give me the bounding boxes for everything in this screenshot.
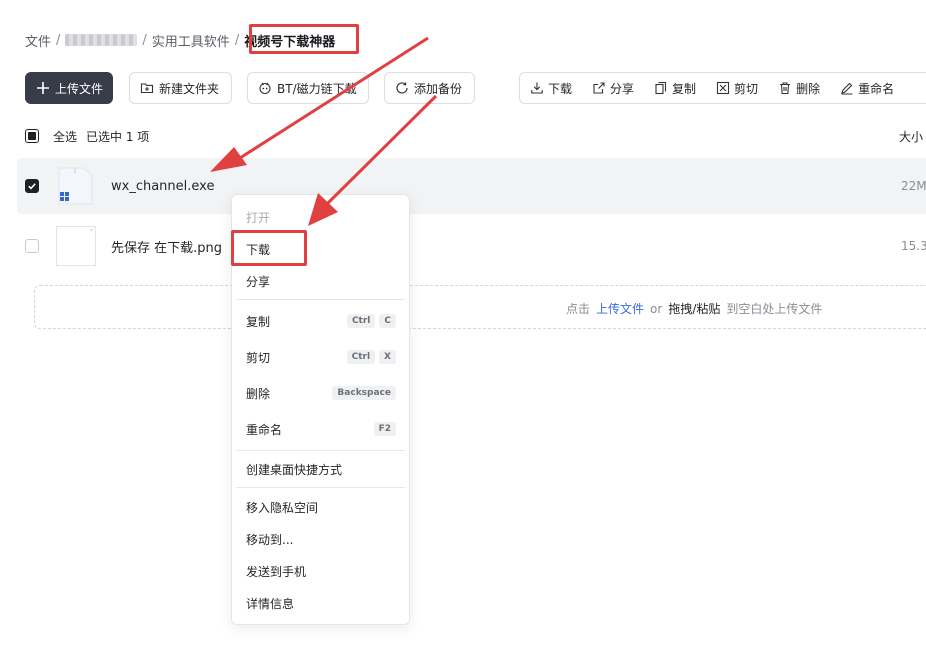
menu-item-private-space[interactable]: 移入隐私空间: [246, 498, 396, 516]
menu-item-cut[interactable]: 剪切 Ctrl X: [246, 348, 396, 366]
row-checkbox[interactable]: [25, 239, 39, 253]
rename-shortcut: F2: [373, 422, 396, 436]
menu-item-move-to-label: 移动到...: [246, 532, 294, 547]
selected-count: 已选中 1 项: [86, 129, 150, 144]
dropzone-suffix: 到空白处上传文件: [726, 302, 823, 316]
rename-action[interactable]: 重命名: [840, 80, 894, 97]
download-icon: [530, 81, 544, 95]
menu-item-copy[interactable]: 复制 Ctrl C: [246, 312, 396, 330]
menu-item-details[interactable]: 详情信息: [246, 594, 396, 612]
delete-action-label: 删除: [796, 81, 821, 96]
menu-item-private-space-label: 移入隐私空间: [246, 500, 319, 515]
dropzone-or: or: [650, 302, 663, 316]
bt-download-button[interactable]: BT/磁力链下载: [247, 72, 369, 104]
plus-icon: [36, 81, 50, 95]
file-name[interactable]: 先保存 在下载.png: [111, 237, 222, 256]
image-file-icon: [56, 226, 96, 266]
dropzone-drag-text: 拖拽/粘贴: [668, 302, 721, 316]
new-folder-label: 新建文件夹: [159, 81, 220, 96]
copy-shortcut: Ctrl C: [346, 314, 396, 328]
menu-item-rename-label: 重命名: [246, 422, 283, 437]
shortcut-key: Ctrl: [346, 350, 376, 364]
copy-action[interactable]: 复制: [654, 80, 696, 97]
cut-action[interactable]: 剪切: [716, 80, 758, 97]
delete-shortcut: Backspace: [332, 386, 396, 400]
menu-item-delete[interactable]: 删除 Backspace: [246, 384, 396, 402]
add-backup-label: 添加备份: [414, 81, 463, 96]
menu-item-share[interactable]: 分享: [246, 272, 396, 290]
upload-file-label: 上传文件: [55, 81, 104, 96]
download-action[interactable]: 下载: [530, 80, 572, 97]
breadcrumb-redacted[interactable]: [65, 34, 138, 46]
menu-item-cut-label: 剪切: [246, 350, 271, 365]
dropzone-hint: 点击 上传文件 or 拖拽/粘贴 到空白处上传文件: [566, 300, 822, 317]
breadcrumb-current: 视频号下载神器: [244, 34, 336, 50]
copy-icon: [654, 81, 668, 95]
add-backup-button[interactable]: 添加备份: [384, 72, 475, 104]
menu-item-open-label: 打开: [246, 210, 271, 225]
shortcut-key: F2: [373, 422, 396, 436]
file-size: 22M: [901, 179, 926, 193]
breadcrumb-separator: /: [142, 32, 147, 48]
bt-download-label: BT/磁力链下载: [277, 81, 357, 96]
shortcut-key: Backspace: [332, 386, 396, 400]
new-folder-button[interactable]: 新建文件夹: [129, 72, 232, 104]
cut-icon: [716, 81, 730, 95]
shortcut-key: Ctrl: [346, 314, 376, 328]
table-row[interactable]: wx_channel.exe 22M: [17, 158, 926, 214]
arrow-to-file: [210, 36, 429, 172]
share-action[interactable]: 分享: [592, 80, 634, 97]
backup-icon: [395, 81, 409, 95]
select-all-checkbox[interactable]: [25, 129, 39, 143]
menu-item-send-to-phone-label: 发送到手机: [246, 564, 307, 579]
shortcut-key: X: [379, 350, 396, 364]
delete-action[interactable]: 删除: [778, 80, 820, 97]
menu-divider: [236, 450, 405, 451]
list-header: 全选 已选中 1 项 大小: [25, 127, 926, 145]
cut-action-label: 剪切: [734, 81, 759, 96]
copy-action-label: 复制: [672, 81, 697, 96]
table-row[interactable]: 先保存 在下载.png 15.3: [17, 218, 926, 274]
menu-item-move-to[interactable]: 移动到...: [246, 530, 396, 548]
menu-item-delete-label: 删除: [246, 386, 271, 401]
breadcrumb-parent[interactable]: 实用工具软件: [152, 31, 230, 50]
menu-item-create-shortcut[interactable]: 创建桌面快捷方式: [246, 460, 396, 478]
pencil-icon: [840, 81, 854, 95]
dropzone-prefix: 点击: [566, 302, 591, 316]
share-action-label: 分享: [610, 81, 635, 96]
cut-shortcut: Ctrl X: [346, 350, 396, 364]
menu-item-download[interactable]: 下载: [246, 240, 396, 258]
magnet-icon: [258, 81, 272, 95]
upload-file-button[interactable]: 上传文件: [25, 72, 113, 104]
share-icon: [592, 81, 606, 95]
menu-item-create-shortcut-label: 创建桌面快捷方式: [246, 462, 343, 477]
breadcrumb-separator: /: [234, 32, 240, 48]
dropzone-upload-link[interactable]: 上传文件: [596, 302, 644, 316]
breadcrumb-separator: /: [56, 32, 61, 48]
download-action-label: 下载: [548, 81, 573, 96]
menu-item-rename[interactable]: 重命名 F2: [246, 420, 396, 438]
breadcrumb: 文件 / / 实用工具软件 / 视频号下载神器: [25, 31, 336, 50]
menu-item-details-label: 详情信息: [246, 596, 295, 611]
menu-item-share-label: 分享: [246, 274, 271, 289]
breadcrumb-root[interactable]: 文件: [25, 31, 51, 50]
row-checkbox[interactable]: [25, 179, 39, 193]
file-actions-bar: 下载 分享 复制 剪切 删除 重命名: [519, 72, 926, 104]
menu-item-download-label: 下载: [246, 242, 271, 257]
menu-item-open[interactable]: 打开: [246, 208, 396, 226]
rename-action-label: 重命名: [858, 81, 895, 96]
trash-icon: [778, 81, 792, 95]
menu-item-send-to-phone[interactable]: 发送到手机: [246, 562, 396, 580]
menu-divider: [236, 299, 405, 300]
menu-item-copy-label: 复制: [246, 314, 271, 329]
file-name[interactable]: wx_channel.exe: [111, 179, 214, 194]
file-size: 15.3: [901, 239, 926, 253]
folder-plus-icon: [140, 81, 154, 95]
exe-file-icon: [56, 166, 94, 206]
shortcut-key: C: [379, 314, 396, 328]
size-column-header[interactable]: 大小: [899, 128, 923, 145]
select-all-label[interactable]: 全选: [53, 128, 77, 145]
menu-divider: [236, 487, 405, 488]
context-menu: 打开 下载 分享 复制 Ctrl C 剪切 Ctrl X 删除 Backspace …: [231, 194, 410, 625]
